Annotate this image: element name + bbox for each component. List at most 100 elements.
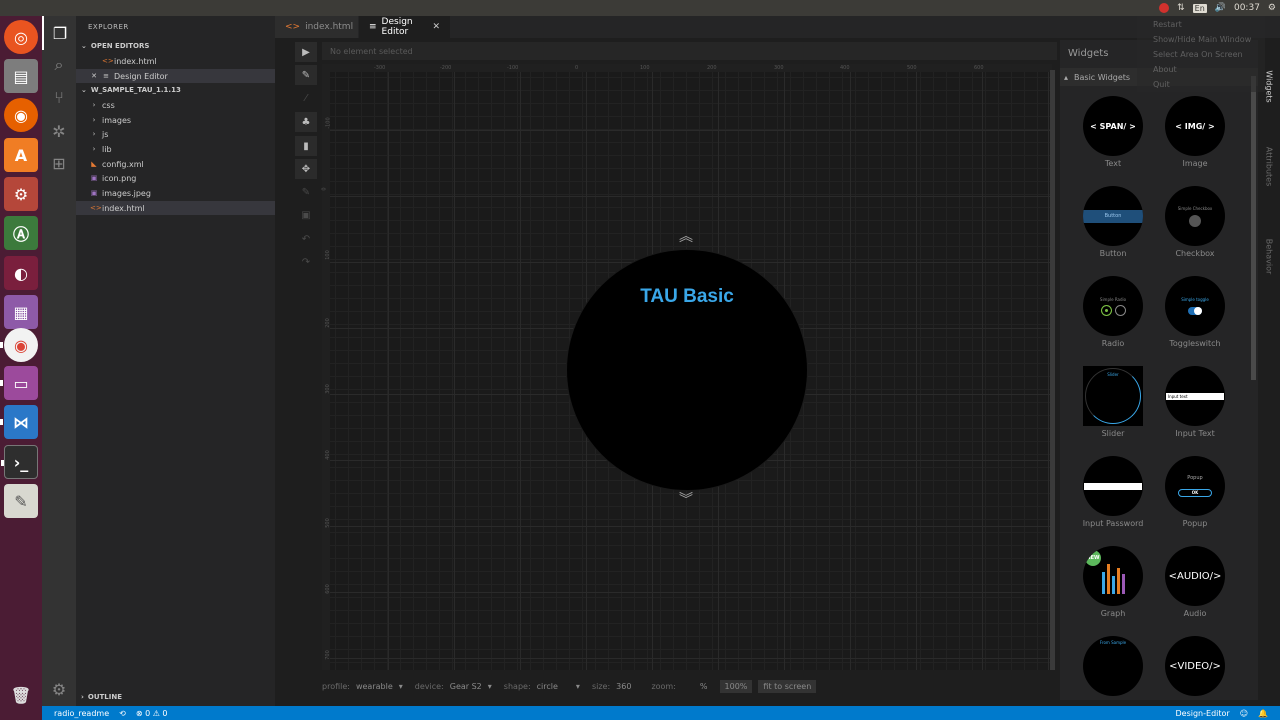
feedback-icon[interactable]: ☺	[1240, 709, 1248, 718]
profile-select[interactable]: wearable	[356, 682, 393, 691]
tizen-studio-icon[interactable]: ▭	[0, 366, 38, 400]
html-file-icon: <>	[285, 22, 301, 32]
design-editor-status[interactable]: Design-Editor	[1176, 709, 1230, 718]
widget-slider[interactable]: Slider Slider	[1073, 366, 1153, 456]
tree-folder-images[interactable]: › images	[76, 113, 275, 127]
widget-radio[interactable]: Simple Radio Radio	[1073, 276, 1153, 366]
device-select[interactable]: Gear S2	[450, 682, 482, 691]
outline-section[interactable]: › OUTLINE	[76, 690, 275, 704]
menu-item-select-area[interactable]: Select Area On Screen	[1153, 50, 1243, 59]
text-editor-icon[interactable]: ✎	[4, 484, 38, 518]
tree-file-icon-png[interactable]: ▣ icon.png	[76, 171, 275, 185]
chrome-icon[interactable]: ◉	[0, 328, 38, 362]
tree-file-images-jpeg[interactable]: ▣ images.jpeg	[76, 186, 275, 200]
emulator-icon[interactable]: ▦	[4, 295, 38, 329]
widget-input-password[interactable]: Input Password	[1073, 456, 1153, 546]
fit-to-screen-button[interactable]: fit to screen	[758, 679, 817, 693]
terminal-icon[interactable]: ›_	[1, 445, 38, 479]
page-icon[interactable]: ▮	[295, 136, 317, 156]
widget-checkbox[interactable]: Simple Checkbox Checkbox	[1155, 186, 1235, 276]
software-updater-icon[interactable]: Ⓐ	[4, 216, 38, 250]
size-input[interactable]: 360	[616, 682, 631, 691]
button-preview: Button	[1083, 209, 1143, 223]
menu-item-about[interactable]: About	[1153, 65, 1177, 74]
menu-item-quit[interactable]: Quit	[1153, 80, 1170, 89]
chevron-right-icon: ›	[81, 693, 84, 701]
canvas-scrollbar[interactable]	[1050, 70, 1055, 670]
widget-graph[interactable]: NEW Graph	[1073, 546, 1153, 636]
move-icon[interactable]: ✥	[295, 159, 317, 179]
firefox-icon[interactable]: ◉	[4, 98, 38, 132]
tab-index-html[interactable]: <> index.html	[275, 16, 359, 38]
debug-icon[interactable]: ✲	[42, 114, 76, 148]
watch-preview[interactable]: TAU Basic	[567, 250, 807, 490]
chevron-down-icon[interactable]: ▾	[488, 682, 492, 691]
widget-sample[interactable]: From Sample	[1073, 636, 1153, 700]
settings-icon[interactable]: ⚙	[4, 177, 38, 211]
shape-select[interactable]: circle	[537, 682, 558, 691]
explorer-icon[interactable]: ❐	[42, 16, 76, 50]
gear-icon[interactable]: ⚙	[1268, 3, 1276, 13]
close-icon[interactable]: ✕	[90, 72, 98, 80]
widget-video[interactable]: <VIDEO/>	[1155, 636, 1235, 700]
widget-toggleswitch[interactable]: Simple toggle Toggleswitch	[1155, 276, 1235, 366]
open-editor-item[interactable]: ✕ ≡ Design Editor	[76, 69, 275, 83]
bell-icon[interactable]: 🔔	[1258, 709, 1268, 718]
widget-input-text[interactable]: Input text Input Text	[1155, 366, 1235, 456]
widget-audio[interactable]: <AUDIO/> Audio	[1155, 546, 1235, 636]
widgets-scrollbar[interactable]	[1251, 76, 1256, 380]
volume-icon[interactable]: 🔊	[1215, 3, 1226, 13]
files-icon[interactable]: ▤	[4, 59, 38, 93]
close-icon[interactable]: ✕	[432, 22, 440, 32]
tree-folder-css[interactable]: › css	[76, 98, 275, 112]
ruler-tick: 600	[974, 65, 984, 71]
chevron-down-icon[interactable]: ▾	[399, 682, 403, 691]
zoom-100-button[interactable]: 100%	[719, 679, 753, 693]
ubuntu-dash-icon[interactable]: ◎	[4, 20, 38, 54]
manage-gear-icon[interactable]: ⚙	[42, 672, 76, 706]
vscode-icon[interactable]: ⋈	[0, 405, 38, 439]
widget-image[interactable]: < IMG/ > Image	[1155, 96, 1235, 186]
sync-icon[interactable]: ⟲	[119, 709, 126, 718]
app-icon[interactable]: ◐	[4, 256, 38, 290]
tree-file-index-html[interactable]: <> index.html	[76, 201, 275, 215]
clock[interactable]: 00:37	[1234, 3, 1260, 13]
tree-file-config[interactable]: ◣ config.xml	[76, 157, 275, 171]
software-center-icon[interactable]: A	[4, 138, 38, 172]
page-up-chevron-icon[interactable]: ︽	[676, 230, 696, 244]
widget-button[interactable]: Button Button	[1073, 186, 1153, 276]
chevron-down-icon[interactable]: ▾	[576, 682, 580, 691]
watch-title[interactable]: TAU Basic	[567, 286, 807, 308]
open-editors-section[interactable]: ⌄ OPEN EDITORS	[76, 39, 275, 53]
html-file-icon: <>	[90, 204, 102, 212]
keyboard-layout[interactable]: En	[1192, 3, 1207, 13]
record-icon[interactable]	[1159, 3, 1170, 13]
ruler-tick: 600	[324, 584, 331, 594]
pen-icon[interactable]: ✎	[295, 65, 317, 85]
source-control-icon[interactable]: ⑂	[42, 80, 76, 114]
widget-label: Image	[1182, 159, 1208, 168]
widget-label: Toggleswitch	[1169, 339, 1221, 348]
search-icon[interactable]: ⌕	[42, 48, 76, 82]
widget-label: Slider	[1101, 429, 1125, 438]
tab-behavior[interactable]: Behavior	[1258, 226, 1280, 286]
extensions-icon[interactable]: ⊞	[42, 146, 76, 180]
tab-attributes[interactable]: Attributes	[1258, 136, 1280, 196]
project-section[interactable]: ⌄ W_SAMPLE_TAU_1.1.13	[76, 83, 275, 97]
menu-item-restart[interactable]: Restart	[1153, 20, 1182, 29]
trash-icon[interactable]: 🗑	[4, 678, 38, 712]
tree-folder-js[interactable]: › js	[76, 127, 275, 141]
selection-bar: No element selected	[322, 42, 1057, 60]
tree-icon[interactable]: ♣	[295, 112, 317, 132]
tree-folder-lib[interactable]: › lib	[76, 142, 275, 156]
network-icon[interactable]: ⇅	[1177, 3, 1185, 13]
widget-text[interactable]: < SPAN/ > Text	[1073, 96, 1153, 186]
page-down-chevron-icon[interactable]: ︾	[676, 493, 696, 507]
menu-item-show-hide[interactable]: Show/Hide Main Window	[1153, 35, 1251, 44]
play-icon[interactable]: ▶	[295, 42, 317, 62]
widget-popup[interactable]: Popup OK Popup	[1155, 456, 1235, 546]
problems-status[interactable]: ⊗ 0 ⚠ 0	[136, 709, 168, 718]
tab-design-editor[interactable]: ≡ Design Editor ✕	[359, 16, 451, 38]
branch-status[interactable]: radio_readme	[54, 709, 109, 718]
open-editor-item[interactable]: <> index.html	[76, 54, 275, 68]
